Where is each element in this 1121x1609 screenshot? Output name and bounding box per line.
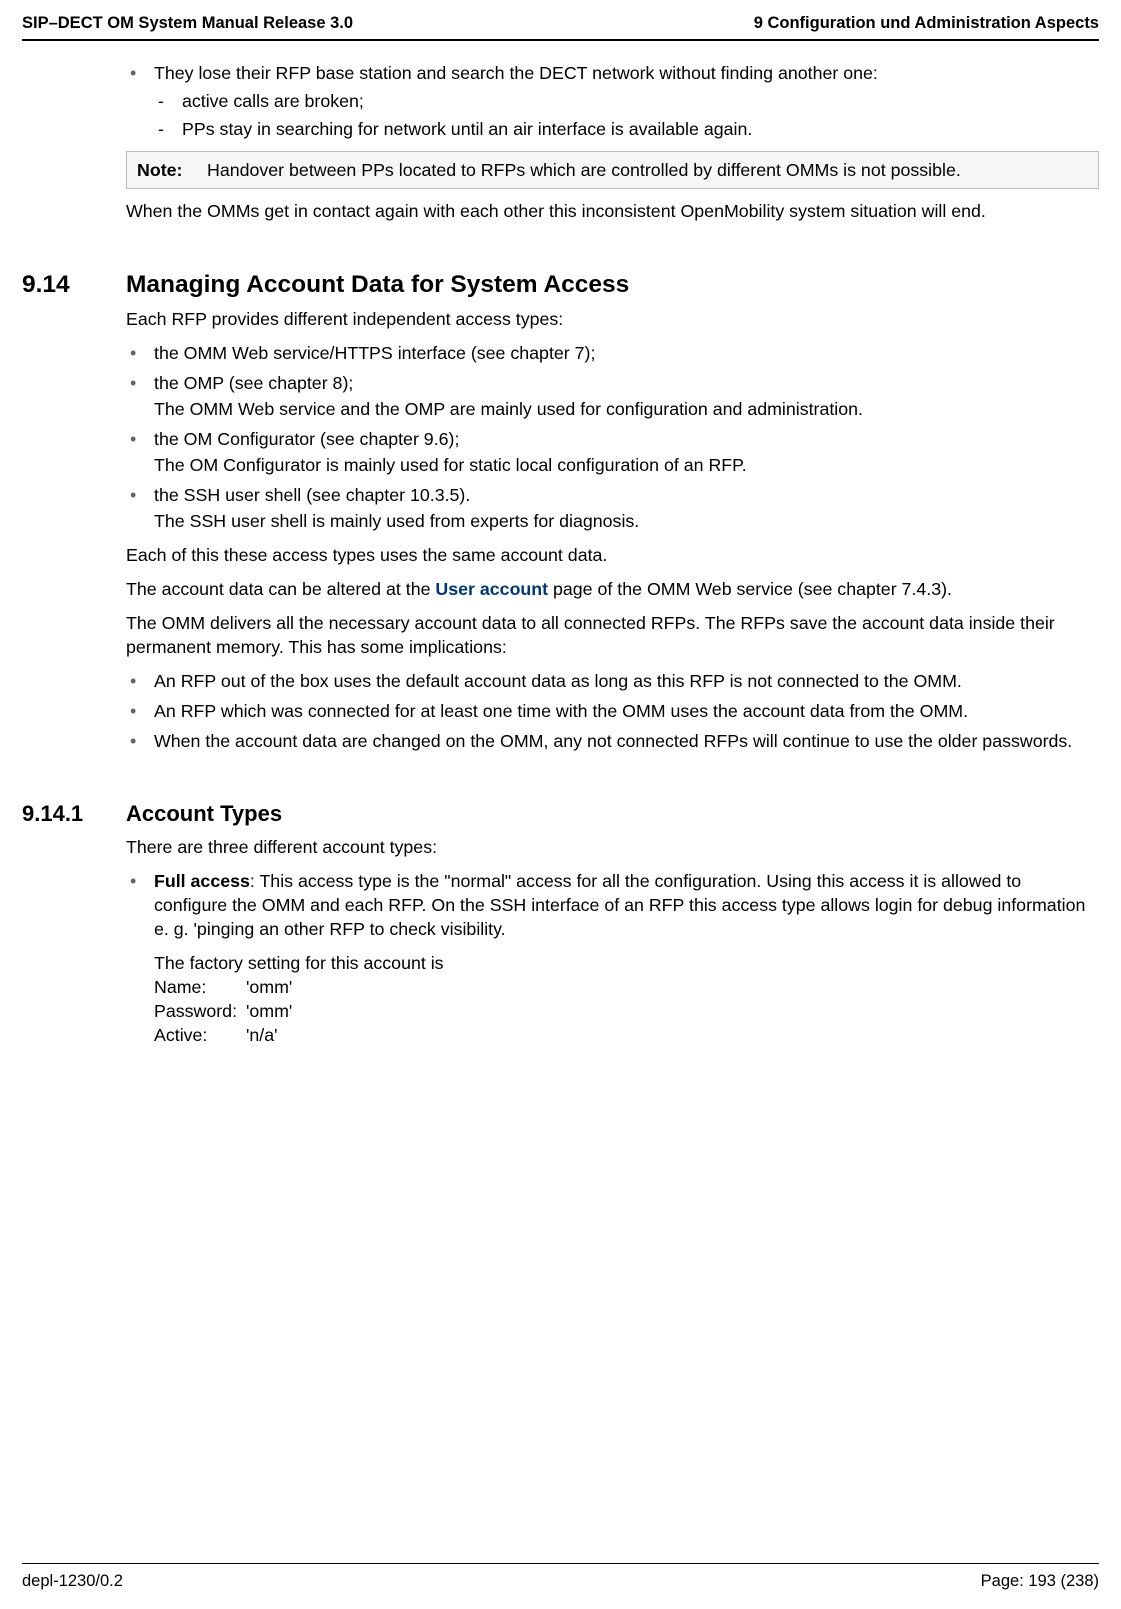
list-text: active calls are broken;	[182, 91, 364, 111]
credential-label: Name:	[154, 975, 246, 999]
bullet-list-implications: An RFP out of the box uses the default a…	[126, 669, 1099, 753]
credential-row-active: Active: 'n/a'	[154, 1023, 1099, 1047]
credential-label: Password:	[154, 999, 246, 1023]
credential-value: 'omm'	[246, 999, 292, 1023]
list-item: active calls are broken;	[154, 89, 1099, 113]
note-label: Note:	[137, 158, 207, 182]
text-after-link: page of the OMM Web service (see chapter…	[548, 579, 952, 599]
factory-setting-text: The factory setting for this account is	[154, 951, 1099, 975]
header-right: 9 Configuration und Administration Aspec…	[754, 14, 1099, 33]
full-access-label: Full access	[154, 871, 250, 891]
list-text: the OMM Web service/HTTPS interface (see…	[154, 343, 595, 363]
list-text: When the account data are changed on the…	[154, 731, 1072, 751]
list-item: PPs stay in searching for network until …	[154, 117, 1099, 141]
list-subtext: The SSH user shell is mainly used from e…	[154, 509, 1099, 533]
list-text: An RFP out of the box uses the default a…	[154, 671, 962, 691]
list-text: PPs stay in searching for network until …	[182, 119, 752, 139]
heading-9-14: 9.14 Managing Account Data for System Ac…	[22, 271, 1099, 299]
header-rule	[22, 39, 1099, 41]
bullet-list-account-types: Full access: This access type is the "no…	[126, 869, 1099, 1047]
footer-left: depl-1230/0.2	[22, 1572, 123, 1591]
note-text: Handover between PPs located to RFPs whi…	[207, 158, 1088, 182]
list-item: An RFP which was connected for at least …	[126, 699, 1099, 723]
heading-number: 9.14	[22, 271, 126, 299]
list-item: the OM Configurator (see chapter 9.6); T…	[126, 427, 1099, 477]
paragraph: There are three different account types:	[126, 835, 1099, 859]
credential-label: Active:	[154, 1023, 246, 1047]
paragraph: Each RFP provides different independent …	[126, 307, 1099, 331]
list-text: the OM Configurator (see chapter 9.6);	[154, 429, 459, 449]
credential-value: 'n/a'	[246, 1023, 278, 1047]
credential-value: 'omm'	[246, 975, 292, 999]
bullet-list-access-types: the OMM Web service/HTTPS interface (see…	[126, 341, 1099, 533]
list-text: the SSH user shell (see chapter 10.3.5).	[154, 485, 470, 505]
list-subtext: The OM Configurator is mainly used for s…	[154, 453, 1099, 477]
footer-right: Page: 193 (238)	[981, 1572, 1099, 1591]
list-text: An RFP which was connected for at least …	[154, 701, 968, 721]
list-item: Full access: This access type is the "no…	[126, 869, 1099, 1047]
list-subtext: The OMM Web service and the OMP are main…	[154, 397, 1099, 421]
paragraph: When the OMMs get in contact again with …	[126, 199, 1099, 223]
bullet-list-top: They lose their RFP base station and sea…	[126, 61, 1099, 141]
heading-title: Managing Account Data for System Access	[126, 271, 629, 299]
paragraph: The OMM delivers all the necessary accou…	[126, 611, 1099, 659]
list-item: the OMP (see chapter 8); The OMM Web ser…	[126, 371, 1099, 421]
list-item: An RFP out of the box uses the default a…	[126, 669, 1099, 693]
list-item: the SSH user shell (see chapter 10.3.5).…	[126, 483, 1099, 533]
credential-row-name: Name: 'omm'	[154, 975, 1099, 999]
dash-list: active calls are broken; PPs stay in sea…	[154, 89, 1099, 141]
paragraph: The account data can be altered at the U…	[126, 577, 1099, 601]
heading-9-14-1: 9.14.1 Account Types	[22, 801, 1099, 827]
note-box: Note: Handover between PPs located to RF…	[126, 151, 1099, 189]
full-access-text: : This access type is the "normal" acces…	[154, 871, 1085, 939]
list-item: They lose their RFP base station and sea…	[126, 61, 1099, 141]
header-left: SIP–DECT OM System Manual Release 3.0	[22, 14, 353, 33]
heading-number: 9.14.1	[22, 801, 126, 827]
footer-rule	[22, 1563, 1099, 1564]
credential-row-password: Password: 'omm'	[154, 999, 1099, 1023]
list-text: the OMP (see chapter 8);	[154, 373, 353, 393]
list-text: Full access: This access type is the "no…	[154, 871, 1085, 939]
text-before-link: The account data can be altered at the	[126, 579, 435, 599]
heading-title: Account Types	[126, 801, 282, 827]
paragraph: Each of this these access types uses the…	[126, 543, 1099, 567]
list-item: When the account data are changed on the…	[126, 729, 1099, 753]
user-account-link[interactable]: User account	[435, 579, 548, 599]
page-footer: depl-1230/0.2 Page: 193 (238)	[22, 1563, 1099, 1591]
list-item: the OMM Web service/HTTPS interface (see…	[126, 341, 1099, 365]
page-header: SIP–DECT OM System Manual Release 3.0 9 …	[22, 14, 1099, 39]
list-text: They lose their RFP base station and sea…	[154, 63, 878, 83]
